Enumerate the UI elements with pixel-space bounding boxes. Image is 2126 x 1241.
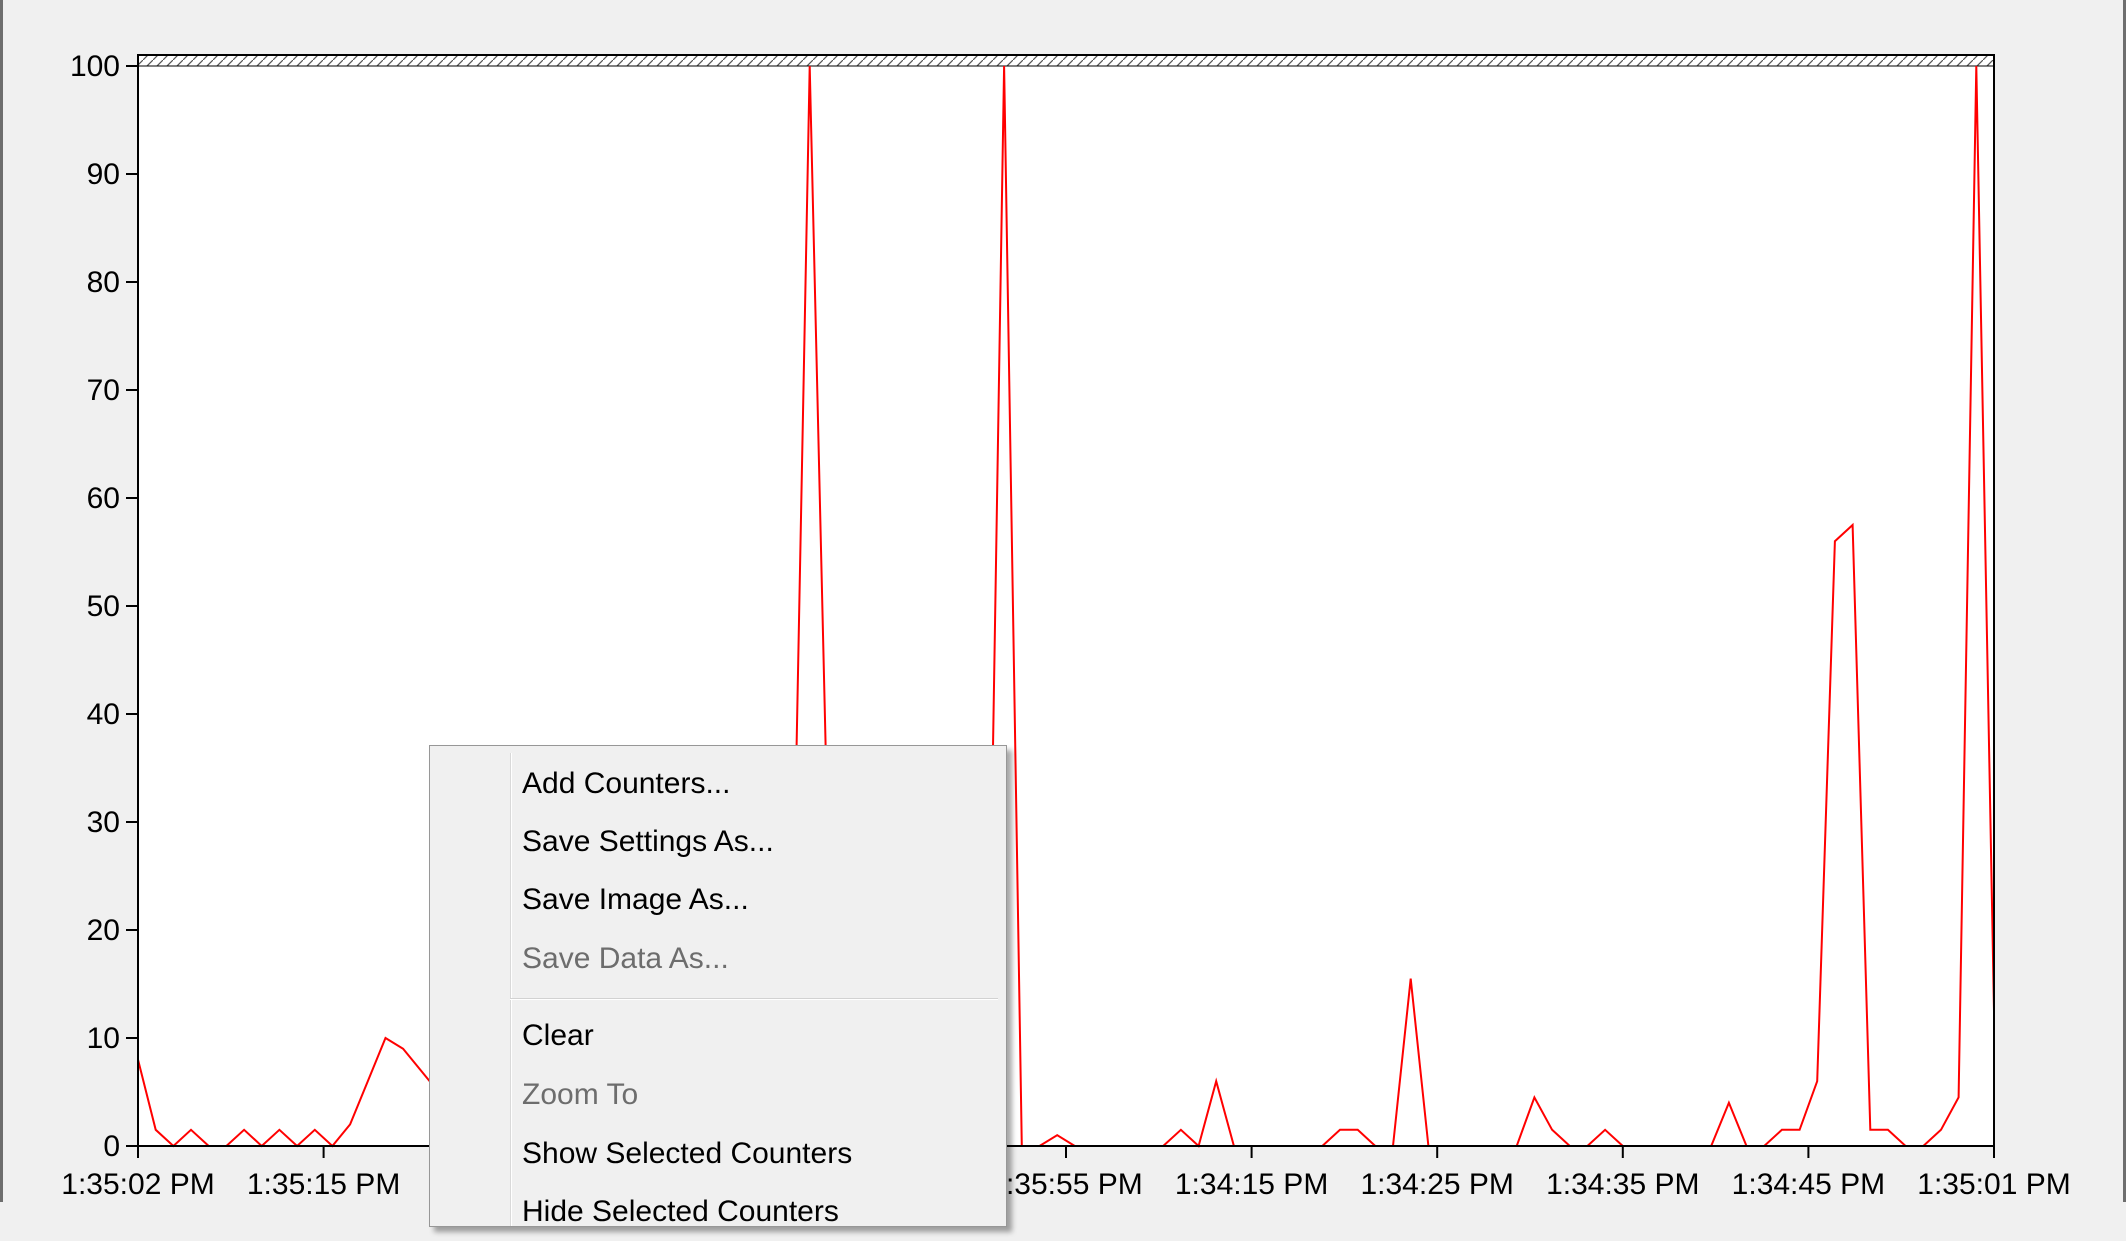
y-tick-label: 70 [87,374,120,407]
y-tick-label: 20 [87,914,120,947]
y-tick-label: 0 [103,1130,120,1163]
menu-item-hide-selected-counters[interactable]: Hide Selected Counters [522,1183,839,1241]
x-tick-label: 1:35:55 PM [989,1168,1142,1201]
menu-icon-gutter [510,753,512,1226]
menu-item-show-selected-counters[interactable]: Show Selected Counters [522,1125,852,1183]
x-axis: 1:35:02 PM1:35:15 PM1:35:25 PM1:35:35 PM… [61,1146,2071,1201]
x-tick-label: 1:34:35 PM [1546,1168,1699,1201]
performance-line-chart[interactable]: 0 10 20 30 40 50 60 70 80 90 100 1:35:02 PM 1:35:15… [3,0,2126,1202]
menu-item-save-data-as: Save Data As... [522,942,729,975]
x-tick-label: 1:35:15 PM [247,1168,400,1201]
x-tick-label: 1:34:15 PM [1175,1168,1328,1201]
plot-area [138,66,1994,1146]
y-tick-label: 60 [87,482,120,515]
y-tick-label: 80 [87,266,120,299]
menu-item-save-settings-as[interactable]: Save Settings As... [522,813,774,871]
y-tick-label: 100 [70,50,120,83]
x-tick-label: 1:35:02 PM [61,1168,214,1201]
y-tick-label: 40 [87,698,120,731]
y-tick-label: 30 [87,806,120,839]
x-tick-label: 1:34:25 PM [1360,1168,1513,1201]
performance-monitor-window: 0 10 20 30 40 50 60 70 80 90 100 1:35:02 PM 1:35:15… [0,0,2126,1228]
y-tick-label: 50 [87,590,120,623]
overflow-hatch-band [137,54,1995,67]
menu-separator [510,998,998,1000]
chart-context-menu: Add Counters... Save Settings As... Save… [429,745,1007,1228]
y-axis: 0 10 20 30 40 50 60 70 80 90 100 [70,50,138,1163]
x-tick-label: 1:35:01 PM [1917,1168,2070,1201]
y-tick-label: 10 [87,1022,120,1055]
y-tick-label: 90 [87,158,120,191]
menu-item-add-counters[interactable]: Add Counters... [522,755,730,813]
x-tick-label: 1:34:45 PM [1732,1168,1885,1201]
menu-item-zoom-to: Zoom To [522,1078,639,1111]
menu-item-save-image-as[interactable]: Save Image As... [522,871,749,929]
menu-item-clear[interactable]: Clear [522,1007,594,1065]
